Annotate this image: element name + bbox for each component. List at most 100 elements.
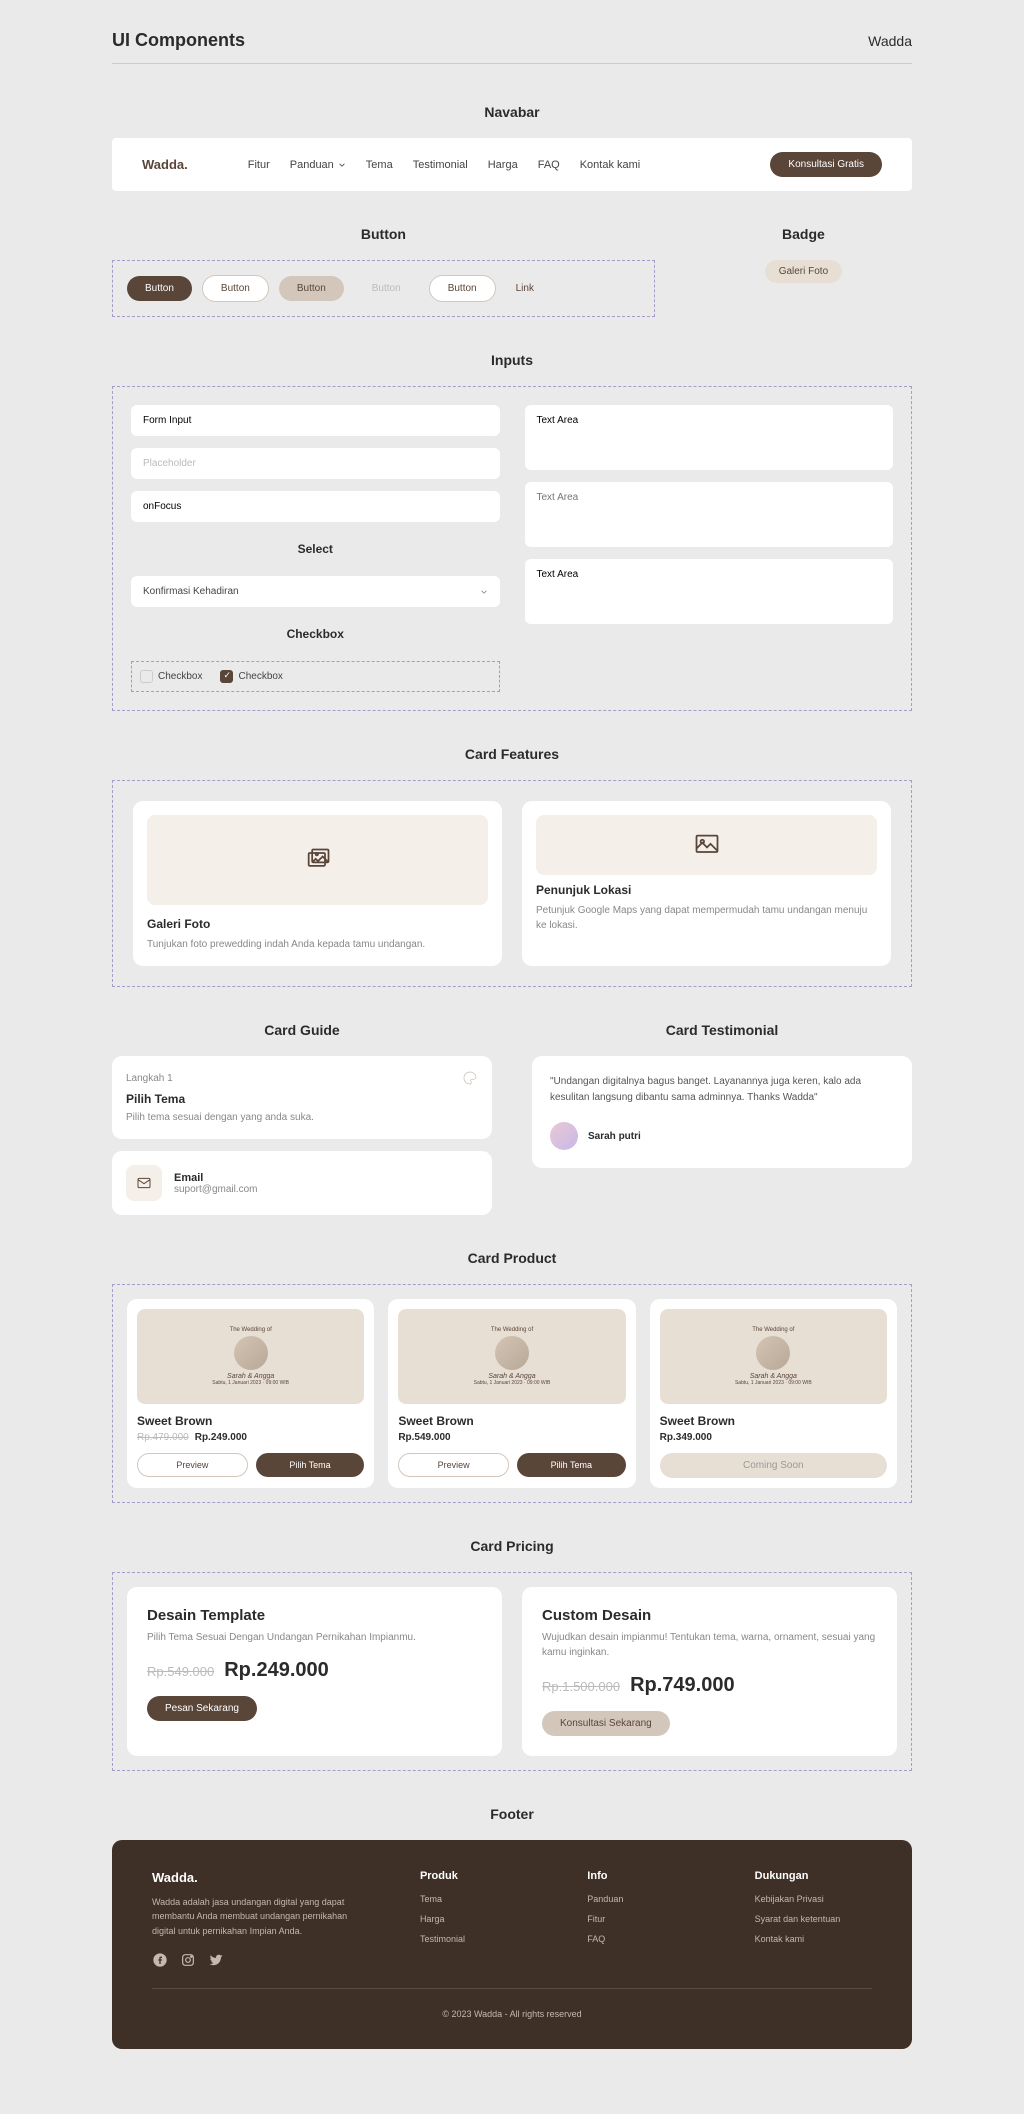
select-title: Select: [131, 542, 500, 556]
consult-button[interactable]: Konsultasi Sekarang: [542, 1711, 670, 1736]
pricing-title: Desain Template: [147, 1607, 482, 1624]
coming-soon-button: Coming Soon: [660, 1453, 887, 1478]
feature-title: Galeri Foto: [147, 917, 488, 931]
products-showcase: The Wedding of Sarah & Angga Sabtu, 1 Ja…: [112, 1284, 912, 1503]
nav-link-kontak[interactable]: Kontak kami: [580, 159, 641, 171]
nav-link-harga[interactable]: Harga: [488, 159, 518, 171]
pricing-showcase: Desain Template Pilih Tema Sesuai Dengan…: [112, 1572, 912, 1771]
palette-icon: [462, 1070, 478, 1086]
guide-card: Langkah 1 Pilih Tema Pilih tema sesuai d…: [112, 1056, 492, 1139]
nav-link-panduan[interactable]: Panduan: [290, 159, 346, 171]
author-name: Sarah putri: [588, 1131, 641, 1142]
footer-copyright: © 2023 Wadda - All rights reserved: [152, 2009, 872, 2019]
footer-link[interactable]: Fitur: [587, 1914, 704, 1924]
footer-col-title: Info: [587, 1870, 704, 1882]
navbar: Wadda. Fitur Panduan Tema Testimonial Ha…: [112, 138, 912, 191]
checkbox-checked[interactable]: Checkbox: [220, 670, 282, 683]
footer-link[interactable]: Kebijakan Privasi: [755, 1894, 872, 1904]
section-features-title: Card Features: [112, 746, 912, 762]
page-title: UI Components: [112, 30, 245, 51]
product-image: The Wedding of Sarah & Angga Sabtu, 1 Ja…: [398, 1309, 625, 1404]
contact-label: Email: [174, 1172, 258, 1184]
footer-link[interactable]: Kontak kami: [755, 1934, 872, 1944]
nav-link-testimonial[interactable]: Testimonial: [413, 159, 468, 171]
section-pricing-title: Card Pricing: [112, 1538, 912, 1554]
footer-desc: Wadda adalah jasa undangan digital yang …: [152, 1895, 370, 1938]
guide-desc: Pilih tema sesuai dengan yang anda suka.: [126, 1110, 478, 1125]
product-title: Sweet Brown: [137, 1414, 364, 1428]
footer-link[interactable]: Harga: [420, 1914, 537, 1924]
footer-logo: Wadda.: [152, 1870, 370, 1885]
pricing-title: Custom Desain: [542, 1607, 877, 1624]
button-primary[interactable]: Button: [127, 276, 192, 301]
product-image: The Wedding of Sarah & Angga Sabtu, 1 Ja…: [137, 1309, 364, 1404]
button-ghost[interactable]: Button: [354, 276, 419, 301]
product-card-1: The Wedding of Sarah & Angga Sabtu, 1 Ja…: [127, 1299, 374, 1488]
twitter-icon[interactable]: [208, 1952, 224, 1968]
price-old: Rp.479.000: [137, 1432, 189, 1443]
form-input[interactable]: [131, 405, 500, 436]
nav-logo[interactable]: Wadda.: [142, 157, 188, 172]
footer-link[interactable]: Tema: [420, 1894, 537, 1904]
chevron-down-icon: [338, 161, 346, 169]
chevron-down-icon: [480, 588, 488, 596]
button-link[interactable]: Link: [506, 276, 544, 301]
checkbox-unchecked[interactable]: Checkbox: [140, 670, 202, 683]
button-tertiary[interactable]: Button: [279, 276, 344, 301]
feature-desc: Tunjukan foto prewedding indah Anda kepa…: [147, 937, 488, 952]
pricing-card-custom: Custom Desain Wujudkan desain impianmu! …: [522, 1587, 897, 1756]
feature-title: Penunjuk Lokasi: [536, 883, 877, 897]
footer-link[interactable]: Panduan: [587, 1894, 704, 1904]
textarea-2[interactable]: [525, 482, 894, 547]
textarea-3[interactable]: Text Area: [525, 559, 894, 624]
inputs-showcase: Select Konfirmasi Kehadiran Checkbox Che…: [112, 386, 912, 711]
instagram-icon[interactable]: [180, 1952, 196, 1968]
footer: Wadda. Wadda adalah jasa undangan digita…: [112, 1840, 912, 2049]
footer-link[interactable]: FAQ: [587, 1934, 704, 1944]
price-new: Rp.349.000: [660, 1432, 712, 1443]
pricing-new: Rp.749.000: [630, 1674, 735, 1697]
section-testimonial-title: Card Testimonial: [532, 1022, 912, 1038]
choose-button[interactable]: Pilih Tema: [256, 1453, 365, 1477]
nav-link-fitur[interactable]: Fitur: [248, 159, 270, 171]
footer-col-title: Produk: [420, 1870, 537, 1882]
contact-value: suport@gmail.com: [174, 1184, 258, 1195]
contact-card: Email suport@gmail.com: [112, 1151, 492, 1215]
placeholder-input[interactable]: [131, 448, 500, 479]
footer-link[interactable]: Testimonial: [420, 1934, 537, 1944]
nav-link-tema[interactable]: Tema: [366, 159, 393, 171]
guide-title: Pilih Tema: [126, 1092, 478, 1106]
textarea-1[interactable]: Text Area: [525, 405, 894, 470]
focus-input[interactable]: [131, 491, 500, 522]
footer-link[interactable]: Syarat dan ketentuan: [755, 1914, 872, 1924]
avatar: [550, 1122, 578, 1150]
section-inputs-title: Inputs: [112, 352, 912, 368]
section-navbar-title: Navabar: [112, 104, 912, 120]
order-button[interactable]: Pesan Sekarang: [147, 1696, 257, 1721]
feature-desc: Petunjuk Google Maps yang dapat mempermu…: [536, 903, 877, 933]
section-badge-title: Badge: [695, 226, 912, 242]
facebook-icon[interactable]: [152, 1952, 168, 1968]
brand-label: Wadda: [868, 33, 912, 49]
price-new: Rp.549.000: [398, 1432, 450, 1443]
nav-cta-button[interactable]: Konsultasi Gratis: [770, 152, 882, 177]
product-image: The Wedding of Sarah & Angga Sabtu, 1 Ja…: [660, 1309, 887, 1404]
section-guide-title: Card Guide: [112, 1022, 492, 1038]
product-title: Sweet Brown: [398, 1414, 625, 1428]
product-title: Sweet Brown: [660, 1414, 887, 1428]
select-dropdown[interactable]: Konfirmasi Kehadiran: [131, 576, 500, 607]
pricing-old: Rp.1.500.000: [542, 1679, 620, 1694]
choose-button[interactable]: Pilih Tema: [517, 1453, 626, 1477]
button-showcase: Button Button Button Button Button Link: [112, 260, 655, 317]
price-new: Rp.249.000: [195, 1432, 247, 1443]
preview-button[interactable]: Preview: [137, 1453, 248, 1477]
section-footer-title: Footer: [112, 1806, 912, 1822]
pricing-desc: Pilih Tema Sesuai Dengan Undangan Pernik…: [147, 1630, 482, 1645]
footer-col-title: Dukungan: [755, 1870, 872, 1882]
button-secondary[interactable]: Button: [202, 275, 269, 302]
nav-link-faq[interactable]: FAQ: [538, 159, 560, 171]
checkbox-title: Checkbox: [131, 627, 500, 641]
guide-step: Langkah 1: [126, 1073, 173, 1084]
button-outline[interactable]: Button: [429, 275, 496, 302]
preview-button[interactable]: Preview: [398, 1453, 509, 1477]
